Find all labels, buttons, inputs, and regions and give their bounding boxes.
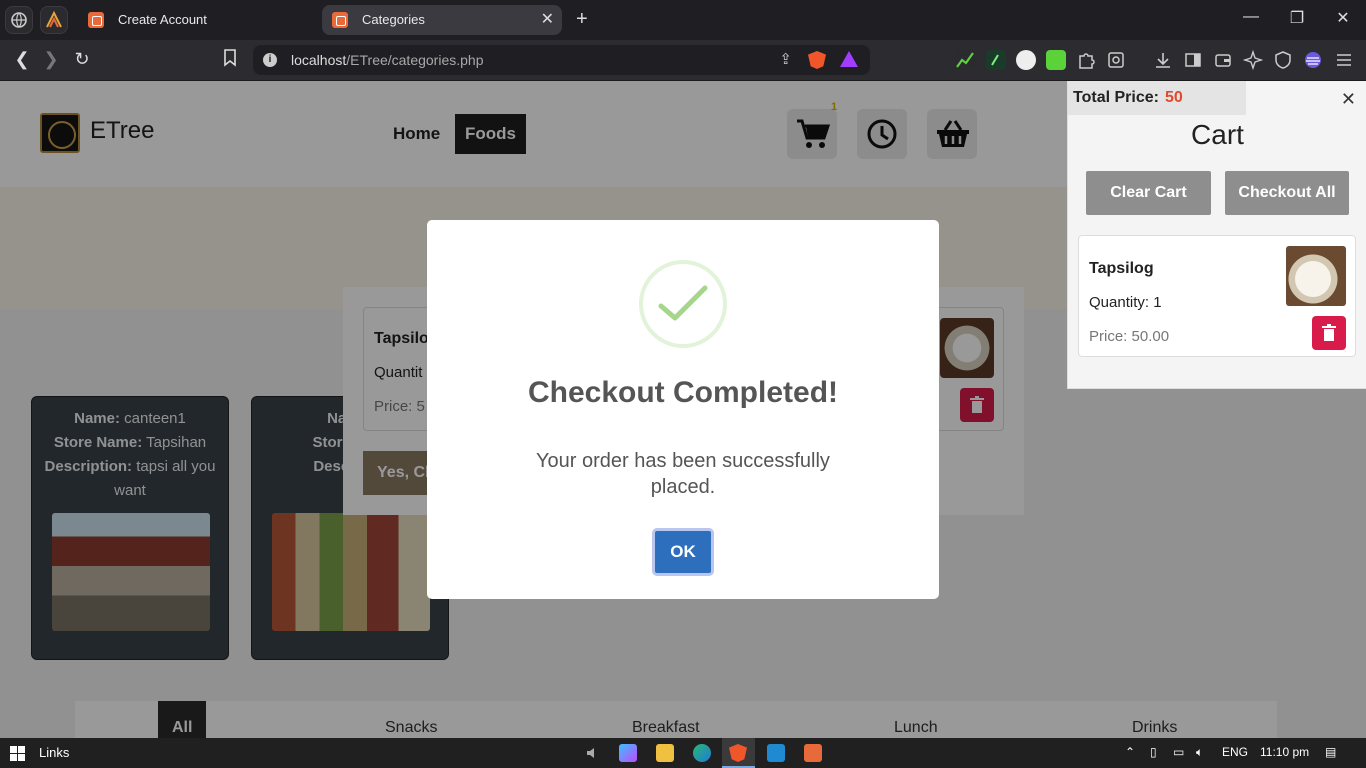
cart-total-value: 50 <box>1164 89 1183 106</box>
brave-shields-icon[interactable] <box>808 51 826 69</box>
cart-total: Total Price: 50 <box>1068 81 1246 115</box>
wallet-icon[interactable] <box>1213 50 1233 70</box>
brave-taskbar-button[interactable] <box>722 738 755 768</box>
close-window-icon[interactable]: ✕ <box>1333 8 1353 28</box>
brave-rewards-icon[interactable] <box>840 51 858 67</box>
xampp-favicon-icon <box>332 12 348 28</box>
forward-icon[interactable]: ❯ <box>40 49 62 70</box>
restore-icon[interactable]: ❐ <box>1287 8 1307 28</box>
tab-title: Create Account <box>118 12 207 27</box>
language-indicator[interactable]: ENG <box>1222 745 1248 759</box>
leo-ai-icon[interactable] <box>1242 49 1264 71</box>
notifications-icon[interactable]: ▤ <box>1325 745 1336 759</box>
cart-item-image <box>1286 246 1346 306</box>
cart-item-name: Tapsilog <box>1089 260 1154 277</box>
cart-item: Tapsilog Quantity: 1 Price: 50.00 <box>1078 235 1356 357</box>
vpn-shield-icon[interactable] <box>1273 50 1293 70</box>
xampp-tab-icon[interactable] <box>40 6 68 34</box>
success-check-icon <box>639 260 727 348</box>
cart-item-price: Price: 50.00 <box>1089 328 1170 345</box>
browser-toolbar: ❮ ❯ ↻ i localhost/ETree/categories.php ⇪ <box>0 40 1366 81</box>
cart-total-label: Total Price: <box>1073 89 1159 106</box>
browser-tab-bar: Create Account Categories ✕ + — ❐ ✕ <box>0 0 1366 40</box>
browser-profile-icon[interactable] <box>5 6 33 34</box>
site-info-icon[interactable]: i <box>263 53 277 67</box>
trash-icon[interactable] <box>1312 316 1346 350</box>
new-tab-button[interactable]: + <box>576 8 588 30</box>
extensions-puzzle-icon[interactable] <box>1076 50 1096 70</box>
battery-icon[interactable]: ▯ <box>1150 745 1157 759</box>
windows-taskbar: Links ⌃ ▯ ▭ 🔈︎ ENG 11:10 pm ▤ <box>0 738 1366 768</box>
windows-start-icon[interactable] <box>10 746 25 761</box>
share-icon[interactable]: ⇪ <box>779 45 792 75</box>
extension-terminal-icon[interactable] <box>986 50 1006 70</box>
tab-create-account[interactable]: Create Account <box>78 5 318 35</box>
extension-wave-icon[interactable] <box>1016 50 1036 70</box>
file-explorer-icon[interactable] <box>656 744 674 762</box>
modal-message: Your order has been successfully placed. <box>536 450 830 498</box>
volume-icon[interactable]: 🔈︎ <box>1196 745 1203 760</box>
network-icon[interactable]: ▭ <box>1173 745 1184 759</box>
ok-button[interactable]: OK <box>652 528 714 576</box>
clock[interactable]: 11:10 pm <box>1260 745 1309 759</box>
reload-icon[interactable]: ↻ <box>71 49 93 70</box>
back-icon[interactable]: ❮ <box>11 49 33 70</box>
extension-dice-icon[interactable] <box>1046 50 1066 70</box>
cart-panel: Total Price: 50 ✕ Cart Clear Cart Checkou… <box>1067 81 1366 389</box>
minimize-icon[interactable]: — <box>1241 8 1261 26</box>
speaker-app-icon[interactable] <box>582 744 600 762</box>
web-page: ETree Home Foods 1 Name: canteen1 Store … <box>0 81 1366 738</box>
chevron-up-icon[interactable]: ⌃ <box>1125 745 1135 759</box>
url-bar[interactable]: i localhost/ETree/categories.php ⇪ <box>253 45 870 75</box>
extension-chart-icon[interactable] <box>955 50 975 70</box>
extension-stripes-icon[interactable] <box>1303 50 1323 70</box>
bookmark-icon[interactable] <box>219 49 241 72</box>
url-path: /ETree/categories.php <box>346 52 484 68</box>
reader-mode-icon[interactable] <box>1106 50 1126 70</box>
checkout-success-modal: Checkout Completed! Your order has been … <box>427 220 939 599</box>
xampp-favicon-icon <box>88 12 104 28</box>
brave-icon <box>729 744 747 762</box>
url-host: localhost <box>291 52 347 68</box>
close-cart-icon[interactable]: ✕ <box>1341 89 1356 110</box>
xampp-icon[interactable] <box>804 744 822 762</box>
sidebar-toggle-icon[interactable] <box>1183 50 1203 70</box>
copilot-icon[interactable] <box>619 744 637 762</box>
tab-title: Categories <box>362 12 425 27</box>
download-icon[interactable] <box>1153 50 1173 70</box>
modal-title: Checkout Completed! <box>527 376 839 409</box>
checkout-all-button[interactable]: Checkout All <box>1225 171 1349 215</box>
close-tab-icon[interactable]: ✕ <box>541 5 554 35</box>
cart-title: Cart <box>1191 119 1244 150</box>
menu-icon[interactable] <box>1334 50 1354 70</box>
tab-categories[interactable]: Categories ✕ <box>322 5 562 35</box>
edge-icon[interactable] <box>693 744 711 762</box>
vscode-icon[interactable] <box>767 744 785 762</box>
cart-item-quantity: Quantity: 1 <box>1089 294 1162 311</box>
clear-cart-button[interactable]: Clear Cart <box>1086 171 1211 215</box>
taskbar-links[interactable]: Links <box>39 745 69 760</box>
